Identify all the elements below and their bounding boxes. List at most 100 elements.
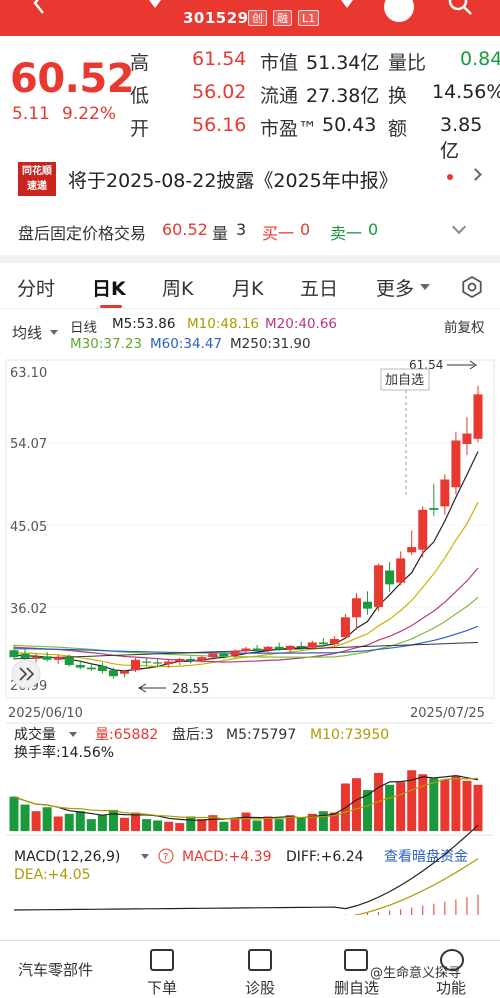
industry-label[interactable]: 汽车零部件 [18,959,93,980]
tab-intraday[interactable]: 分时 [17,274,55,301]
candle-body [385,570,395,585]
volume-bar [75,811,85,831]
price-change: 5.11 [12,104,50,124]
macd-caret-icon [141,854,149,859]
y-label-1: 63.10 [10,366,47,381]
kline-chart[interactable]: 63.10 54.07 45.05 36.02 26.99 61.54 加自选 … [0,355,500,919]
candle-body [396,558,406,583]
news-banner[interactable]: 同花顺 速递 将于2025-08-22披露《2025年中报》 [0,148,500,210]
volume-after: 盘后:3 [172,726,214,743]
diff-value: DIFF:+6.24 [286,849,364,865]
candle-body [119,671,129,674]
settings-icon[interactable] [460,275,484,299]
date-start: 2025/06/10 [8,706,83,721]
watermark: @生命意义探寻 [370,966,462,981]
order-label[interactable]: 下单 [147,977,177,998]
candle-body [440,479,450,507]
ma10-line [13,502,479,668]
volume-bar [31,811,41,831]
divider [0,255,500,263]
volume-bar [351,778,361,831]
volume-bar [296,817,306,831]
tab-weekly-k[interactable]: 周K [162,274,193,301]
diagnose-icon[interactable] [248,949,272,971]
tab-monthly-k[interactable]: 月K [232,274,263,301]
candles [9,385,483,679]
volume-bar [142,819,152,831]
candle-body [97,665,107,672]
quote-panel: 60.52 5.11 9.22% 高 61.54 市值 51.34亿 量比 0.… [0,36,500,162]
volume-bar [20,804,30,831]
back-arrow-icon[interactable] [28,0,50,14]
amount-label: 额 [388,118,408,140]
avatar-icon[interactable] [384,0,414,22]
volume-bar [186,816,196,831]
after-hours-label: 盘后固定价格交易 [18,224,147,243]
volume-m5: M5:75797 [226,727,296,743]
volratio-value: 0.84 [460,48,500,70]
volume-bar [164,821,174,831]
candle-body [64,657,74,665]
top-bar: 301529 创 融 L1 [0,0,500,36]
add-watch-label: 加自选 [385,373,424,388]
ma-line-type: 日线 [70,320,97,336]
chart-tabs: 分时 日K 周K 月K 五日 更多 [0,263,500,309]
open-value: 56.16 [192,114,247,136]
price-change-pct: 9.22% [62,104,117,124]
after-hours-price: 60.52 [162,220,208,239]
macd-title[interactable]: MACD(12,26,9) [14,849,120,865]
volume-bars [9,770,483,831]
candle-body [153,662,163,664]
candle-body [473,394,483,439]
ma20-value: M20:40.66 [265,316,338,332]
low-label: 低 [130,85,150,107]
volume-bar [396,782,406,831]
logo-line2: 速递 [27,181,47,192]
candle-body [285,645,295,650]
ma-selector[interactable]: 均线 [12,322,42,343]
date-end: 2025/07/25 [410,706,485,721]
volume-bar [241,812,251,831]
price-adjust[interactable]: 前复权 [444,316,485,336]
after-vol-label: 量 [212,224,229,243]
ma10-value: M10:48.16 [187,316,260,332]
candle-body [208,653,218,658]
volume-bar [451,775,461,831]
next-stock-icon[interactable] [341,0,353,8]
candle-body [274,646,284,650]
candle-body [329,638,339,645]
candle-body [252,648,262,651]
candle-body [131,659,141,671]
dark-pool-link[interactable]: 查看暗盘资金 [384,848,468,865]
volume-bar [462,780,472,831]
order-icon[interactable] [150,949,174,971]
candle-body [186,658,196,661]
candle-body [374,565,384,607]
ma30-value: M30:37.23 [70,336,143,352]
ma-lines [13,451,479,672]
candle-body [20,653,30,659]
volume-bar [318,811,328,831]
tab-five-day[interactable]: 五日 [300,274,338,301]
chart-area[interactable]: 63.10 54.07 45.05 36.02 26.99 61.54 加自选 … [0,355,500,919]
volume-bar [9,796,19,831]
after-hours-row[interactable]: 盘后固定价格交易 60.52 量 3 买一 0 卖一 0 [0,212,500,248]
mktcap-value: 51.34亿 [306,52,380,74]
volume-title[interactable]: 成交量 [14,726,56,743]
search-icon[interactable] [447,0,473,16]
volume-bar [86,819,96,831]
remove-watch-icon[interactable] [344,949,368,971]
active-tab-indicator [100,305,122,308]
prev-stock-icon[interactable] [149,0,161,8]
tag-l1: L1 [298,10,320,26]
candle-body [263,646,273,651]
buy1-value: 0 [300,220,311,239]
volume-bar [473,784,483,831]
candle-body [363,601,373,609]
volume-bar [385,784,395,831]
diagnose-label[interactable]: 诊股 [245,977,275,998]
chevron-down-icon[interactable] [451,219,467,235]
tab-daily-k[interactable]: 日K [92,274,126,301]
buy1-label: 买一 [262,224,295,243]
tab-more[interactable]: 更多 [376,274,414,301]
